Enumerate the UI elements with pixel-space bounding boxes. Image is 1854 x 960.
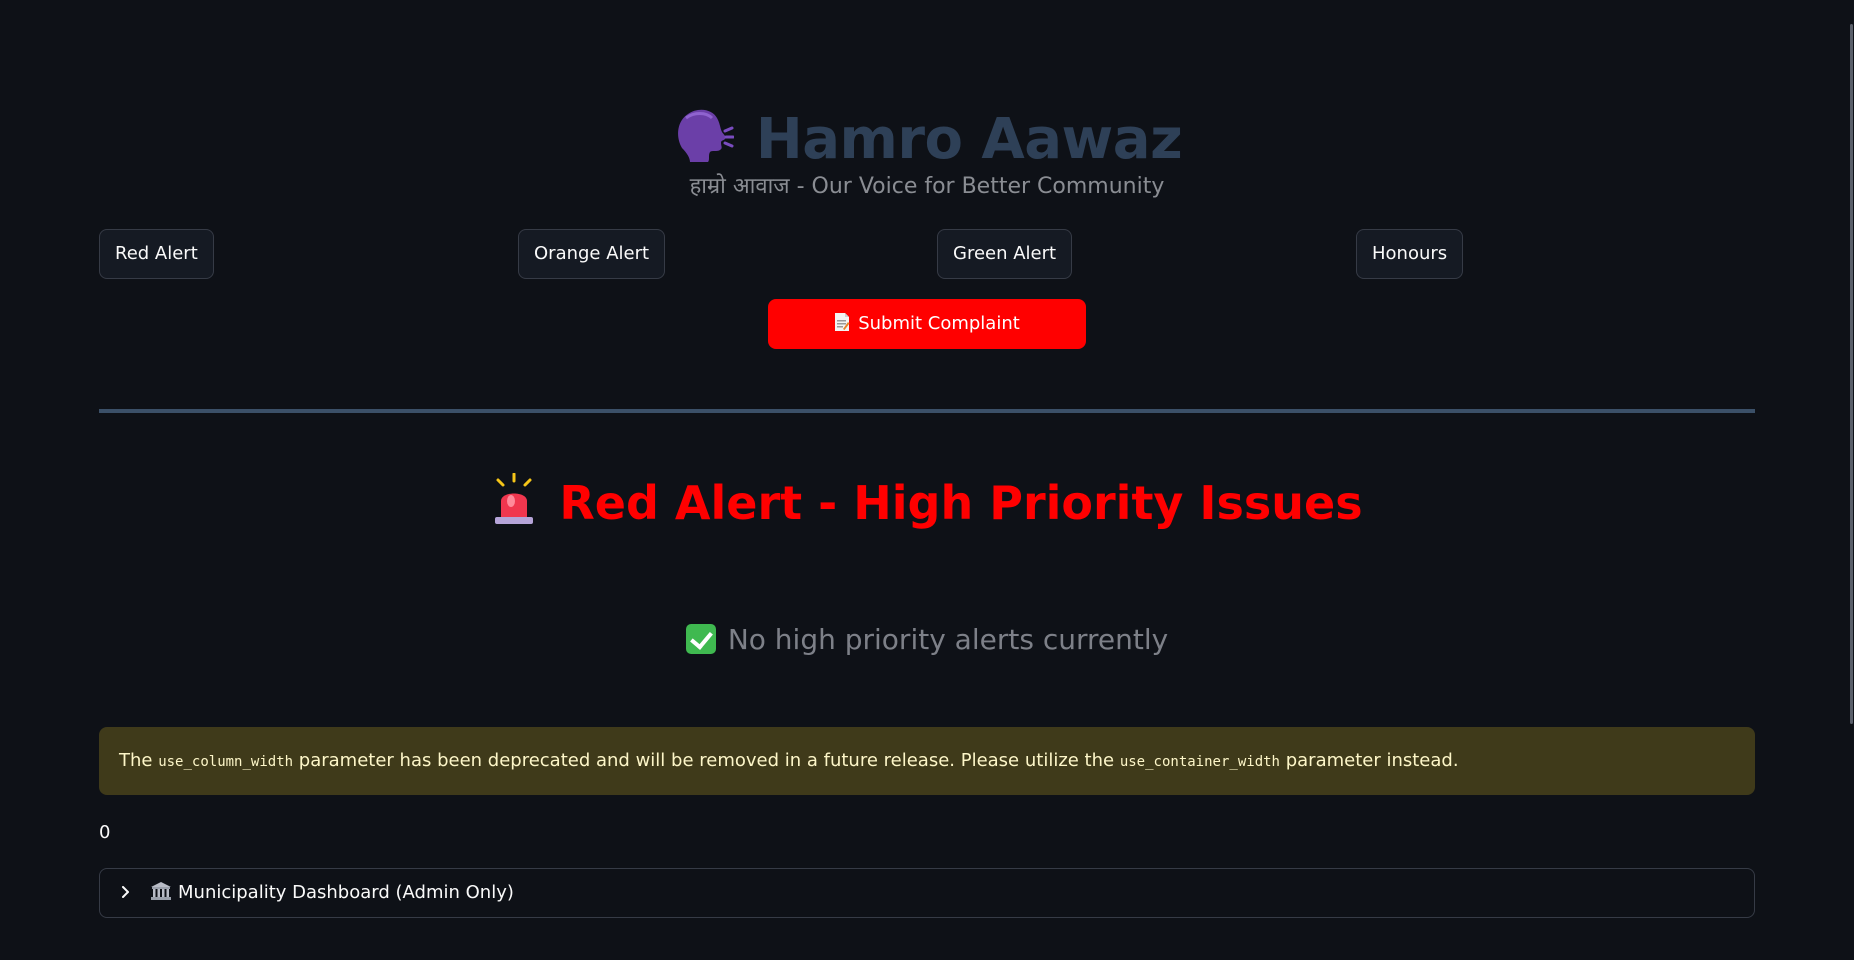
orange-alert-button[interactable]: Orange Alert: [518, 229, 666, 279]
page: Hamro Aawaz हाम्रो आवाज - Our Voice for …: [0, 0, 1854, 960]
scrollbar[interactable]: [1848, 0, 1854, 960]
check-mark-icon: [685, 624, 716, 654]
alert-nav: Red Alert Orange Alert Green Alert Honou…: [99, 229, 1755, 279]
warning-text-1: The: [119, 750, 159, 771]
scrollbar-thumb[interactable]: [1850, 24, 1853, 724]
municipality-dashboard-expander[interactable]: Municipality Dashboard (Admin Only): [99, 868, 1755, 918]
red-alert-button[interactable]: Red Alert: [99, 229, 214, 279]
warning-code-1: use_column_width: [158, 754, 294, 770]
app-title-row: Hamro Aawaz: [99, 100, 1755, 180]
deprecation-warning: The use_column_width parameter has been …: [99, 727, 1755, 795]
green-alert-button[interactable]: Green Alert: [937, 229, 1073, 279]
status-message: No high priority alerts currently: [99, 620, 1755, 660]
classical-building-icon: [150, 872, 172, 900]
document-icon: [834, 302, 850, 331]
siren-icon: [491, 472, 537, 525]
app-header: Hamro Aawaz हाम्रो आवाज - Our Voice for …: [99, 100, 1755, 202]
speaking-head-icon: [672, 104, 735, 166]
app-subtitle: हाम्रो आवाज - Our Voice for Better Commu…: [689, 174, 1165, 199]
app-title: Hamro Aawaz: [755, 107, 1183, 172]
expander-label: Municipality Dashboard (Admin Only): [178, 882, 514, 903]
section-divider: [99, 409, 1755, 413]
status-text: No high priority alerts currently: [727, 623, 1169, 656]
counter-value: 0: [99, 822, 111, 843]
warning-code-2: use_container_width: [1119, 754, 1280, 770]
section-title-row: Red Alert - High Priority Issues: [99, 470, 1755, 536]
chevron-right-icon: [120, 869, 132, 898]
submit-complaint-label: Submit Complaint: [858, 313, 1020, 334]
warning-text-2: parameter has been deprecated and will b…: [293, 750, 1120, 771]
submit-complaint-button[interactable]: Submit Complaint: [768, 299, 1086, 349]
honours-button[interactable]: Honours: [1356, 229, 1464, 279]
section-title: Red Alert - High Priority Issues: [559, 476, 1363, 530]
warning-text-3: parameter instead.: [1279, 750, 1459, 771]
